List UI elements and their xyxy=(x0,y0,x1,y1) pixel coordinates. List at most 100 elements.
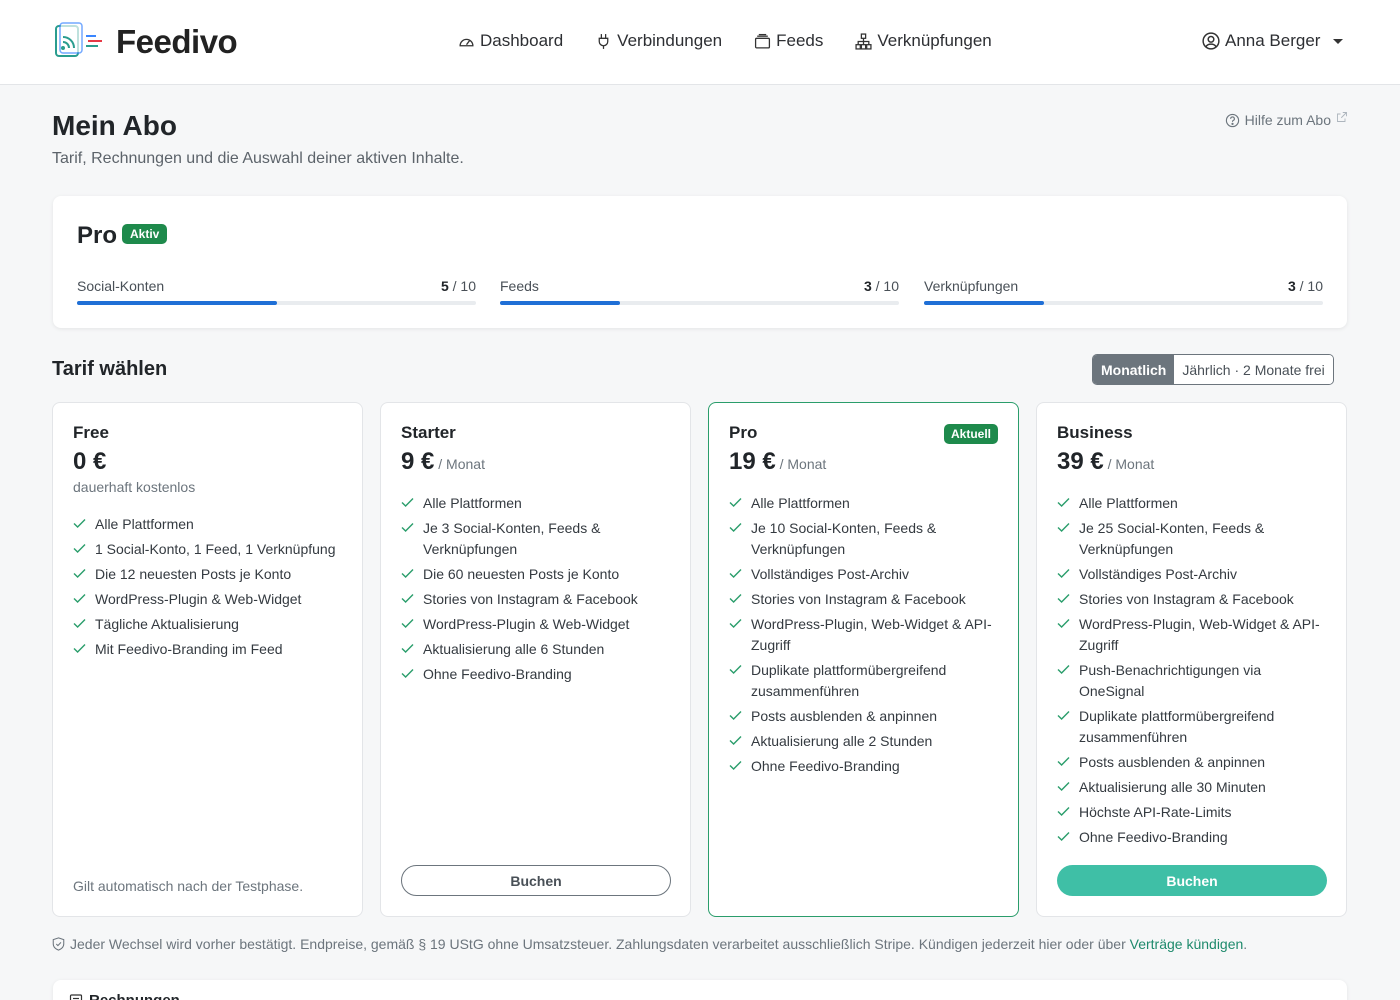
brand-logo[interactable]: Feedivo xyxy=(52,20,238,64)
user-menu[interactable]: Anna Berger xyxy=(1202,31,1344,51)
plan-card-business: Business 39 € / Monat Alle Plattformen Je… xyxy=(1036,402,1347,917)
progress-bar xyxy=(500,301,899,305)
nav-label: Verknüpfungen xyxy=(877,31,992,50)
page-title: Mein Abo xyxy=(52,110,177,141)
check-icon xyxy=(1057,711,1070,720)
feature-item: Höchste API-Rate-Limits xyxy=(1057,802,1329,823)
brand-name: Feedivo xyxy=(116,23,238,60)
meter-value: 5 / 10 xyxy=(440,278,476,294)
check-icon xyxy=(729,619,742,628)
nav-item-verbindungen[interactable]: Verbindungen xyxy=(595,31,722,51)
feature-label: Duplikate plattformübergreifend zusammen… xyxy=(1079,708,1275,745)
feature-item: Stories von Instagram & Facebook xyxy=(729,589,1001,610)
feature-label: WordPress-Plugin, Web-Widget & API-Zugri… xyxy=(751,616,992,653)
check-icon xyxy=(729,665,742,674)
feature-label: Aktualisierung alle 6 Stunden xyxy=(423,641,605,657)
feedivo-logo-icon xyxy=(55,22,102,57)
feature-label: Ohne Feedivo-Branding xyxy=(1079,829,1228,845)
check-icon xyxy=(1057,619,1070,628)
book-business-button[interactable]: Buchen xyxy=(1057,865,1327,896)
sitemap-icon xyxy=(855,32,872,50)
feature-label: Tägliche Aktualisierung xyxy=(95,616,239,632)
progress-fill xyxy=(500,301,620,305)
help-link[interactable]: Hilfe zum Abo xyxy=(1225,112,1348,128)
progress-bar xyxy=(924,301,1323,305)
plan-name: Pro xyxy=(729,423,758,442)
invoices-card: Rechnungen xyxy=(53,980,1347,1000)
feature-item: Je 3 Social-Konten, Feeds & Verknüpfunge… xyxy=(401,518,673,560)
main-nav: Dashboard Verbindungen Feeds Verknüpfung… xyxy=(458,31,992,51)
feature-item: Aktualisierung alle 2 Stunden xyxy=(729,731,1001,752)
feature-item: Ohne Feedivo-Branding xyxy=(1057,827,1329,848)
feature-label: Die 60 neuesten Posts je Konto xyxy=(423,566,620,582)
meter-label: Social-Konten xyxy=(77,278,165,294)
check-icon xyxy=(729,761,742,770)
check-icon xyxy=(1057,782,1070,791)
progress-bar xyxy=(77,301,476,305)
feature-label: Aktualisierung alle 2 Stunden xyxy=(751,733,933,749)
feature-item: Aktualisierung alle 30 Minuten xyxy=(1057,777,1329,798)
section-title-tarif: Tarif wählen xyxy=(52,358,168,380)
feature-label: Stories von Instagram & Facebook xyxy=(423,591,638,607)
feature-label: WordPress-Plugin & Web-Widget xyxy=(423,616,630,632)
feature-label: Alle Plattformen xyxy=(423,495,522,511)
check-icon xyxy=(1057,569,1070,578)
check-icon xyxy=(73,594,86,603)
feature-item: Aktualisierung alle 6 Stunden xyxy=(401,639,673,660)
billing-period-toggle: Monatlich Jährlich · 2 Monate frei xyxy=(1092,354,1334,385)
feature-label: 1 Social-Konto, 1 Feed, 1 Verknüpfung xyxy=(95,541,336,557)
plan-footnote: Gilt automatisch nach der Testphase. xyxy=(73,878,304,894)
nav-item-dashboard[interactable]: Dashboard xyxy=(458,31,563,51)
feature-item: Push-Benachrichtigungen via OneSignal xyxy=(1057,660,1329,702)
usage-meter-feeds: Feeds 3 / 10 xyxy=(500,278,899,305)
feature-item: Stories von Instagram & Facebook xyxy=(401,589,673,610)
feature-item: Die 12 neuesten Posts je Konto xyxy=(73,564,345,585)
speedometer-icon xyxy=(459,38,474,46)
help-link-label: Hilfe zum Abo xyxy=(1244,112,1331,128)
check-icon xyxy=(73,544,86,553)
external-link-icon xyxy=(1337,112,1347,122)
nav-label: Feeds xyxy=(776,31,824,50)
meter-value: 3 / 10 xyxy=(863,278,899,294)
check-icon xyxy=(73,569,86,578)
feature-label: Duplikate plattformübergreifend zusammen… xyxy=(751,662,947,699)
check-icon xyxy=(729,498,742,507)
progress-fill xyxy=(924,301,1044,305)
meter-value: 3 / 10 xyxy=(1287,278,1323,294)
check-icon xyxy=(401,569,414,578)
feature-item: WordPress-Plugin & Web-Widget xyxy=(73,589,345,610)
cancel-contracts-link[interactable]: Verträge kündigen xyxy=(1130,936,1244,952)
check-icon xyxy=(1057,757,1070,766)
feature-label: WordPress-Plugin, Web-Widget & API-Zugri… xyxy=(1079,616,1320,653)
feature-list: Alle Plattformen Je 3 Social-Konten, Feed… xyxy=(401,493,673,689)
nav-item-verknuepfungen[interactable]: Verknüpfungen xyxy=(855,31,992,51)
shield-icon xyxy=(52,937,65,951)
plan-note: dauerhaft kostenlos xyxy=(73,479,196,495)
feature-item: Vollständiges Post-Archiv xyxy=(729,564,1001,585)
feature-item: Alle Plattformen xyxy=(1057,493,1329,514)
toggle-yearly[interactable]: Jährlich · 2 Monate frei xyxy=(1174,355,1333,384)
chevron-down-icon xyxy=(1333,38,1344,44)
feature-item: WordPress-Plugin, Web-Widget & API-Zugri… xyxy=(729,614,1001,656)
book-starter-button[interactable]: Buchen xyxy=(401,865,671,896)
invoices-title: Rechnungen xyxy=(69,992,180,1000)
plan-price: 0 € xyxy=(73,448,107,475)
progress-fill xyxy=(77,301,277,305)
toggle-monthly[interactable]: Monatlich xyxy=(1093,355,1175,384)
feature-label: Push-Benachrichtigungen via OneSignal xyxy=(1079,662,1262,699)
feature-label: Ohne Feedivo-Branding xyxy=(751,758,900,774)
feature-label: Stories von Instagram & Facebook xyxy=(751,591,966,607)
plan-name: Starter xyxy=(401,423,456,442)
check-icon xyxy=(1057,665,1070,674)
check-icon xyxy=(1057,523,1070,532)
check-icon xyxy=(729,523,742,532)
feature-item: Tägliche Aktualisierung xyxy=(73,614,345,635)
check-icon xyxy=(729,711,742,720)
check-icon xyxy=(1057,498,1070,507)
feeds-icon xyxy=(755,33,771,49)
nav-label: Dashboard xyxy=(480,31,564,50)
feature-label: Ohne Feedivo-Branding xyxy=(423,666,572,682)
check-icon xyxy=(73,519,86,528)
feature-item: Je 10 Social-Konten, Feeds & Verknüpfung… xyxy=(729,518,1001,560)
nav-item-feeds[interactable]: Feeds xyxy=(754,31,823,51)
